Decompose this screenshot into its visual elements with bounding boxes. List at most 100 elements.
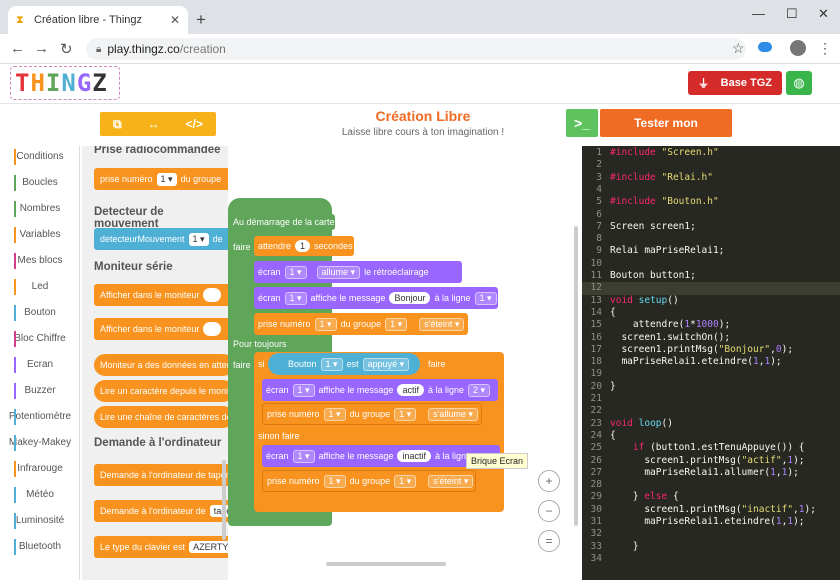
plug-number-dropdown[interactable]: 1 ▾ <box>323 407 346 421</box>
flyout-serial1-slot[interactable] <box>203 288 222 302</box>
line-dropdown[interactable]: 1 ▾ <box>474 291 497 305</box>
category-item[interactable]: Mes blocs <box>0 250 80 272</box>
flyout-keyboard-type[interactable]: Le type du clavier est AZERTY <box>94 536 228 558</box>
code-line[interactable]: 1 #include "Screen.h" <box>582 147 840 159</box>
flyout-serial-print-1[interactable]: Afficher dans le moniteur <box>94 284 228 306</box>
code-line[interactable]: 18 maPriseRelai1.eteindre(1,1); <box>582 356 840 368</box>
code-line[interactable]: 19 <box>582 368 840 380</box>
code-line[interactable]: 28 <box>582 479 840 491</box>
group-dropdown[interactable]: 1 ▾ <box>394 407 417 421</box>
code-line[interactable]: 4 <box>582 184 840 196</box>
screen-number-dropdown[interactable]: 1 ▾ <box>292 449 315 463</box>
message-value[interactable]: actif <box>397 384 424 396</box>
workspace-h-scrollbar[interactable] <box>326 562 446 566</box>
code-line[interactable]: 7 Screen screen1; <box>582 221 840 233</box>
zoom-reset-icon[interactable]: = <box>538 530 560 552</box>
code-line[interactable]: 24 { <box>582 430 840 442</box>
screen-number-dropdown[interactable]: 1 ▾ <box>292 383 315 397</box>
code-line[interactable]: 33 } <box>582 541 840 553</box>
category-item[interactable]: Infrarouge <box>0 458 80 480</box>
code-line[interactable]: 21 <box>582 393 840 405</box>
category-item[interactable]: Bloc Chiffre <box>0 328 80 350</box>
flyout-serial-read-string[interactable]: Lire une chaîne de caractères depuis <box>94 406 228 428</box>
group-dropdown[interactable]: 1 ▾ <box>385 317 408 331</box>
code-line[interactable]: 16 screen1.switchOn(); <box>582 332 840 344</box>
category-item[interactable]: Conditions <box>0 146 80 168</box>
category-item[interactable]: Ecran <box>0 354 80 376</box>
button-number-dropdown[interactable]: 1 ▾ <box>320 357 343 371</box>
back-icon[interactable]: ← <box>10 40 25 57</box>
code-line[interactable]: 14 { <box>582 307 840 319</box>
zoom-out-icon[interactable]: − <box>538 500 560 522</box>
thingz-logo[interactable]: THINGZ <box>10 66 120 100</box>
flyout-computer-type[interactable]: Demande à l'ordinateur de taper <box>94 464 228 486</box>
wait-block[interactable]: attendre 1 secondes <box>254 236 354 256</box>
flyout-plug-dropdown[interactable]: 1 ▾ <box>156 172 177 186</box>
category-item[interactable]: Potentiomètre <box>0 406 80 428</box>
blocks-view-icon[interactable]: ⧉ <box>113 117 122 132</box>
plug-off-block-2[interactable]: prise numéro 1 ▾ du groupe 1 ▾ s'éteint ▾ <box>262 470 476 492</box>
code-line[interactable]: 13 void setup() <box>582 295 840 307</box>
flyout-keyboard-dropdown[interactable]: AZERTY <box>189 541 228 553</box>
wait-value[interactable]: 1 <box>295 240 311 252</box>
flyout-serial-read-char[interactable]: Lire un caractère depuis le moniteur <box>94 380 228 402</box>
flyout-block-motion[interactable]: detecteurMouvement 1 ▾ de <box>94 228 228 250</box>
plug-state-dropdown[interactable]: s'allume ▾ <box>428 407 478 421</box>
category-item[interactable]: Led <box>0 276 80 298</box>
code-line[interactable]: 9 Relai maPriseRelai1; <box>582 245 840 257</box>
code-line[interactable]: 34 <box>582 553 840 565</box>
button-pressed-condition[interactable]: Bouton 1 ▾ est appuyé ▾ <box>268 353 420 375</box>
group-dropdown[interactable]: 1 ▾ <box>394 474 417 488</box>
code-line[interactable]: 8 <box>582 233 840 245</box>
code-line[interactable]: 20} <box>582 381 840 393</box>
test-program-button[interactable]: Tester mon programme <box>600 109 732 158</box>
code-line[interactable]: 31 maPriseRelai1.eteindre(1,1); <box>582 516 840 528</box>
maximize-icon[interactable]: ☐ <box>786 6 798 22</box>
plug-number-dropdown[interactable]: 1 ▾ <box>323 474 346 488</box>
workspace-v-scrollbar[interactable] <box>574 226 578 526</box>
category-item[interactable]: Nombres <box>0 198 80 220</box>
flyout-serial2-slot[interactable] <box>203 322 222 336</box>
flyout-serial-print-2[interactable]: Afficher dans le moniteur <box>94 318 228 340</box>
code-line[interactable]: 29 } else { <box>582 491 840 503</box>
terminal-button[interactable]: >_ <box>566 109 598 137</box>
category-item[interactable]: Variables <box>0 224 80 246</box>
code-line[interactable]: 32 <box>582 528 840 540</box>
browser-tab[interactable]: ⧗ Création libre - Thingz ✕ <box>8 6 188 34</box>
code-line[interactable]: 12 <box>582 282 840 295</box>
bookmark-star-icon[interactable]: ☆ <box>732 40 745 57</box>
split-view-icon[interactable]: ↔ <box>148 117 160 131</box>
close-tab-icon[interactable]: ✕ <box>170 13 180 27</box>
code-line[interactable]: 25 if (button1.estTenuAppuye()) { <box>582 442 840 454</box>
screen-message-inactive-block[interactable]: écran 1 ▾ affiche le message inactif à la li… <box>262 445 500 467</box>
forward-icon[interactable]: → <box>34 40 49 57</box>
code-line[interactable]: 10 <box>582 258 840 270</box>
plug-off-block[interactable]: prise numéro 1 ▾ du groupe 1 ▾ s'éteint ▾ <box>254 313 468 335</box>
code-line[interactable]: 3 #include "Relai.h" <box>582 172 840 184</box>
message-value[interactable]: inactif <box>397 450 431 462</box>
screen-backlight-block[interactable]: écran 1 ▾ allume ▾ le rétroéclairage <box>254 261 462 283</box>
code-line[interactable]: 17 screen1.printMsg("Bonjour",0); <box>582 344 840 356</box>
category-item[interactable]: Luminosité <box>0 510 80 532</box>
code-line[interactable]: 30 screen1.printMsg("inactif",1); <box>582 504 840 516</box>
minimize-icon[interactable]: — <box>752 6 765 21</box>
plug-on-block[interactable]: prise numéro 1 ▾ du groupe 1 ▾ s'allume ▾ <box>262 403 482 425</box>
screen-number-dropdown[interactable]: 1 ▾ <box>284 265 307 279</box>
flyout-scrollbar[interactable] <box>222 460 226 540</box>
code-line[interactable]: 22 <box>582 405 840 417</box>
code-line[interactable]: 11 Bouton button1; <box>582 270 840 282</box>
flyout-motion-dropdown[interactable]: 1 ▾ <box>188 232 209 246</box>
globe-button[interactable]: ◍ <box>786 71 812 95</box>
cloud-extension-icon[interactable] <box>758 42 772 52</box>
browser-menu-icon[interactable]: ⋮ <box>818 40 832 57</box>
screen-message-block[interactable]: écran 1 ▾ affiche le message Bonjour à la li… <box>254 287 498 309</box>
code-line[interactable]: 2 <box>582 159 840 171</box>
category-item[interactable]: Bouton <box>0 302 80 324</box>
category-item[interactable]: Boucles <box>0 172 80 194</box>
category-item[interactable]: Makey-Makey <box>0 432 80 454</box>
plug-number-dropdown[interactable]: 1 ▾ <box>314 317 337 331</box>
category-item[interactable]: Buzzer <box>0 380 80 402</box>
url-field[interactable]: 🔒︎ play.thingz.co/creation <box>86 38 746 60</box>
line-dropdown[interactable]: 2 ▾ <box>467 383 491 397</box>
screen-message-active-block[interactable]: écran 1 ▾ affiche le message actif à la lign… <box>262 379 498 401</box>
